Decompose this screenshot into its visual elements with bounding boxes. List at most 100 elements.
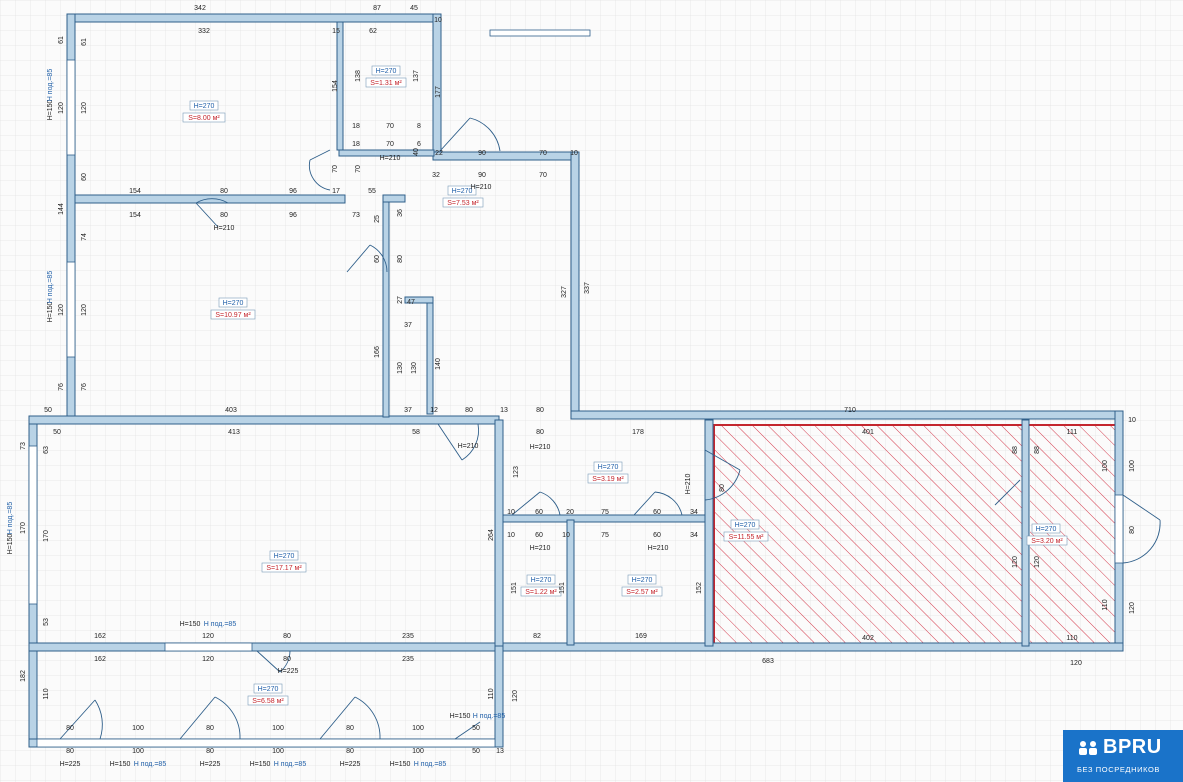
dimension-label: 137 [413, 70, 420, 82]
dimension-label: 130 [397, 362, 404, 374]
room-area: S=3.20 м² [1031, 538, 1063, 545]
dimension-label: 80 [465, 407, 473, 414]
dimension-label: 37 [404, 407, 412, 414]
room-height: H=270 [1036, 526, 1057, 533]
door-height-label: H=225 [200, 761, 221, 768]
dimension-label: 151 [511, 582, 518, 594]
dimension-label: 10 [570, 150, 578, 157]
dimension-label: 75 [601, 532, 609, 539]
dimension-label: 120 [202, 633, 214, 640]
dimension-label: 80 [206, 725, 214, 732]
window-height-label: H=150 [47, 99, 54, 120]
dimension-label: 53 [43, 618, 50, 626]
dimension-label: 80 [66, 725, 74, 732]
dimension-label: 50 [472, 725, 480, 732]
dimension-label: 140 [435, 358, 442, 370]
dimension-label: 120 [1129, 602, 1136, 614]
dimension-label: 154 [129, 212, 141, 219]
dimension-label: 403 [225, 407, 237, 414]
door-height-label: H=210 [471, 184, 492, 191]
bpru-logo: BPRU БЕЗ ПОСРЕДНИКОВ [1063, 730, 1183, 782]
window-height-label: H=150 [390, 761, 411, 768]
dimension-label: 55 [368, 188, 376, 195]
dimension-label: 61 [81, 38, 88, 46]
dimension-label: 235 [402, 633, 414, 640]
window-sill-label: H под.=85 [47, 271, 54, 304]
dimension-label: 13 [500, 407, 508, 414]
dimension-label: 80 [283, 633, 291, 640]
dimension-label: 235 [402, 656, 414, 663]
dimension-label: 73 [352, 212, 360, 219]
dimension-label: 80 [1129, 526, 1136, 534]
dimension-label: 177 [435, 86, 442, 98]
dimension-label: 110 [1102, 599, 1109, 610]
window-sill-label: H под.=85 [7, 502, 14, 535]
dimension-label: 264 [488, 529, 495, 541]
room-height: H=270 [632, 577, 653, 584]
dimension-label: 120 [58, 304, 65, 316]
window-height-label: H=150 [47, 301, 54, 322]
dimension-label: 80 [220, 212, 228, 219]
dimension-label: 100 [412, 725, 424, 732]
dimension-label: 10 [507, 509, 515, 516]
dimension-label: 120 [81, 304, 88, 316]
door-height-label: H=210 [530, 444, 551, 451]
window-height-label: H=150 [450, 713, 471, 720]
dimension-label: 74 [81, 233, 88, 241]
dimension-label: 401 [862, 429, 874, 436]
room-area: S=6.58 м² [252, 698, 284, 705]
dimension-label: 80 [283, 656, 291, 663]
dimension-label: 60 [653, 532, 661, 539]
dimension-label: 76 [58, 383, 65, 391]
dimension-label: 100 [272, 725, 284, 732]
dimension-label: 22 [435, 150, 443, 157]
dimension-label: 120 [58, 102, 65, 114]
dimension-label: 120 [512, 690, 519, 702]
dimension-label: 138 [355, 70, 362, 82]
dimension-label: 80 [397, 255, 404, 263]
room-height: H=270 [258, 686, 279, 693]
dimension-label: 111 [1067, 429, 1078, 436]
dimension-label: 170 [20, 522, 27, 534]
door-height-label: H=210 [458, 443, 479, 450]
dimension-label: 18 [352, 141, 360, 148]
dimension-label: 402 [862, 635, 874, 642]
dimension-label: 80 [536, 429, 544, 436]
dimension-label: 100 [132, 725, 144, 732]
dimension-label: 162 [94, 633, 106, 640]
dimension-label: 88 [1012, 446, 1019, 454]
dimension-label: 34 [690, 532, 698, 539]
dimension-label: 90 [478, 172, 486, 179]
dimension-label: 61 [58, 36, 65, 44]
window-height-label: H=150 [7, 533, 14, 554]
door-height-label: H=210 [214, 225, 235, 232]
dimension-label: 60 [374, 255, 381, 263]
dimension-label: 151 [559, 582, 566, 594]
room-area: S=8.00 м² [188, 115, 220, 122]
dimension-label: 100 [1129, 460, 1136, 472]
room-area: S=11.55 м² [729, 534, 765, 541]
dimension-label: 60 [535, 532, 543, 539]
dimension-label: 36 [397, 209, 404, 217]
dimension-label: 327 [561, 286, 568, 298]
dimension-label: 144 [58, 203, 65, 215]
dimension-label: 152 [696, 582, 703, 594]
dimension-label: 76 [81, 383, 88, 391]
dimension-label: 332 [198, 28, 210, 35]
dimension-label: 50 [472, 748, 480, 755]
dimension-label: 10 [562, 532, 570, 539]
logo-subtitle: БЕЗ ПОСРЕДНИКОВ [1077, 765, 1161, 774]
dimension-label: 60 [81, 173, 88, 181]
dimension-label: 166 [374, 346, 381, 358]
window-height-label: H=150 [110, 761, 131, 768]
dimension-label: 88 [1034, 446, 1041, 454]
room-area: S=7.53 м² [447, 200, 479, 207]
dimension-label: 80 [220, 188, 228, 195]
dimension-label: 37 [404, 322, 412, 329]
dimension-label: 683 [762, 658, 774, 665]
dimension-label: 27 [397, 296, 404, 304]
door-height-label: H=225 [278, 668, 299, 675]
dimension-label: 63 [43, 446, 50, 454]
room-area: S=10.97 м² [215, 312, 251, 319]
room-height: H=270 [735, 522, 756, 529]
